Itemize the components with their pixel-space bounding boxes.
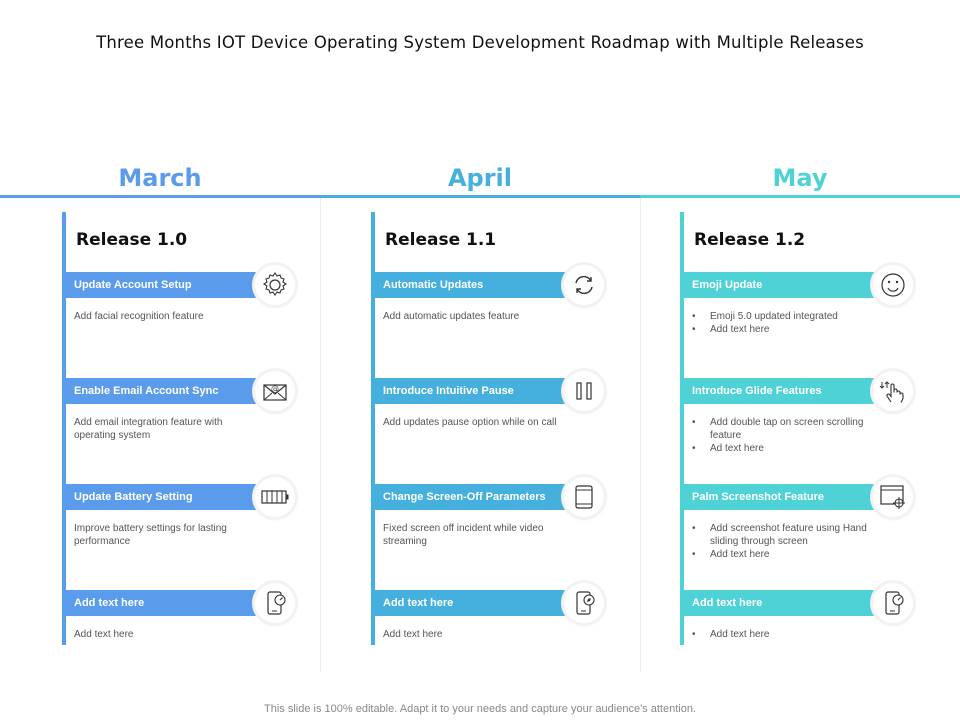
feature-description: Improve battery settings for lasting per… xyxy=(74,523,227,547)
battery-icon xyxy=(255,477,295,517)
release-column-may: Release 1.2 Emoji Update Emoji 5.0 updated… xyxy=(680,212,930,645)
release-title: Release 1.1 xyxy=(385,230,497,250)
feature-description: Add email integration feature with opera… xyxy=(74,417,223,441)
phone-speed-icon xyxy=(873,583,913,623)
month-march: March xyxy=(118,164,202,192)
feature-banner: Update Account Setup xyxy=(66,272,272,298)
feature-banner: Update Battery Setting xyxy=(66,484,272,510)
feature-banner: Change Screen-Off Parameters xyxy=(375,484,581,510)
release-title: Release 1.0 xyxy=(76,230,188,250)
gear-icon xyxy=(255,265,295,305)
feature-banner: Palm Screenshot Feature xyxy=(684,484,890,510)
feature-description: Add double tap on screen scrolling featu… xyxy=(692,416,882,455)
bullet-item: Add double tap on screen scrolling featu… xyxy=(692,416,882,442)
screenshot-icon xyxy=(873,477,913,517)
month-april: April xyxy=(447,164,513,192)
feature-description: Add text here xyxy=(74,629,134,640)
bullet-item: Add text here xyxy=(692,323,882,336)
column-divider xyxy=(320,198,321,672)
svg-text:@: @ xyxy=(271,384,279,393)
feature-description: Emoji 5.0 updated integratedAdd text her… xyxy=(692,310,882,336)
feature-banner: Add text here xyxy=(684,590,890,616)
feature-banner: Introduce Glide Features xyxy=(684,378,890,404)
phone-speed-icon xyxy=(255,583,295,623)
feature-banner: Automatic Updates xyxy=(375,272,581,298)
month-may: May xyxy=(772,164,828,192)
feature-description: Add text here xyxy=(383,629,443,640)
bullet-item: Add screenshot feature using Hand slidin… xyxy=(692,522,882,548)
feature-banner: Emoji Update xyxy=(684,272,890,298)
refresh-icon xyxy=(564,265,604,305)
feature-description: Add automatic updates feature xyxy=(383,311,520,322)
feature-description: Fixed screen off incident while video st… xyxy=(383,523,544,547)
timeline-bar-april xyxy=(320,195,640,198)
bullet-item: Add text here xyxy=(692,548,882,561)
timeline-bar-march xyxy=(0,195,320,198)
feature-banner: Introduce Intuitive Pause xyxy=(375,378,581,404)
bullet-item: Add text here xyxy=(692,628,882,641)
column-divider xyxy=(640,198,641,672)
feature-banner: Enable Email Account Sync xyxy=(66,378,272,404)
tablet-icon xyxy=(564,477,604,517)
timeline-bar-may xyxy=(640,195,960,198)
release-column-april: Release 1.1 Automatic Updates Add automati… xyxy=(371,212,621,645)
bullet-item: Ad text here xyxy=(692,442,882,455)
release-column-march: Release 1.0 Update Account Setup Add facia… xyxy=(62,212,312,645)
pause-icon xyxy=(564,371,604,411)
page-title: Three Months IOT Device Operating System… xyxy=(96,33,864,52)
feature-banner: Add text here xyxy=(66,590,272,616)
smiley-icon xyxy=(873,265,913,305)
phone-compass-icon xyxy=(564,583,604,623)
feature-description: Add facial recognition feature xyxy=(74,311,204,322)
feature-banner: Add text here xyxy=(375,590,581,616)
hand-swipe-icon xyxy=(873,371,913,411)
feature-description: Add updates pause option while on call xyxy=(383,417,557,428)
email-icon: @ xyxy=(255,371,295,411)
footer-note: This slide is 100% editable. Adapt it to… xyxy=(264,703,696,715)
feature-description: Add screenshot feature using Hand slidin… xyxy=(692,522,882,561)
bullet-item: Emoji 5.0 updated integrated xyxy=(692,310,882,323)
feature-description: Add text here xyxy=(692,628,882,641)
release-title: Release 1.2 xyxy=(694,230,806,250)
